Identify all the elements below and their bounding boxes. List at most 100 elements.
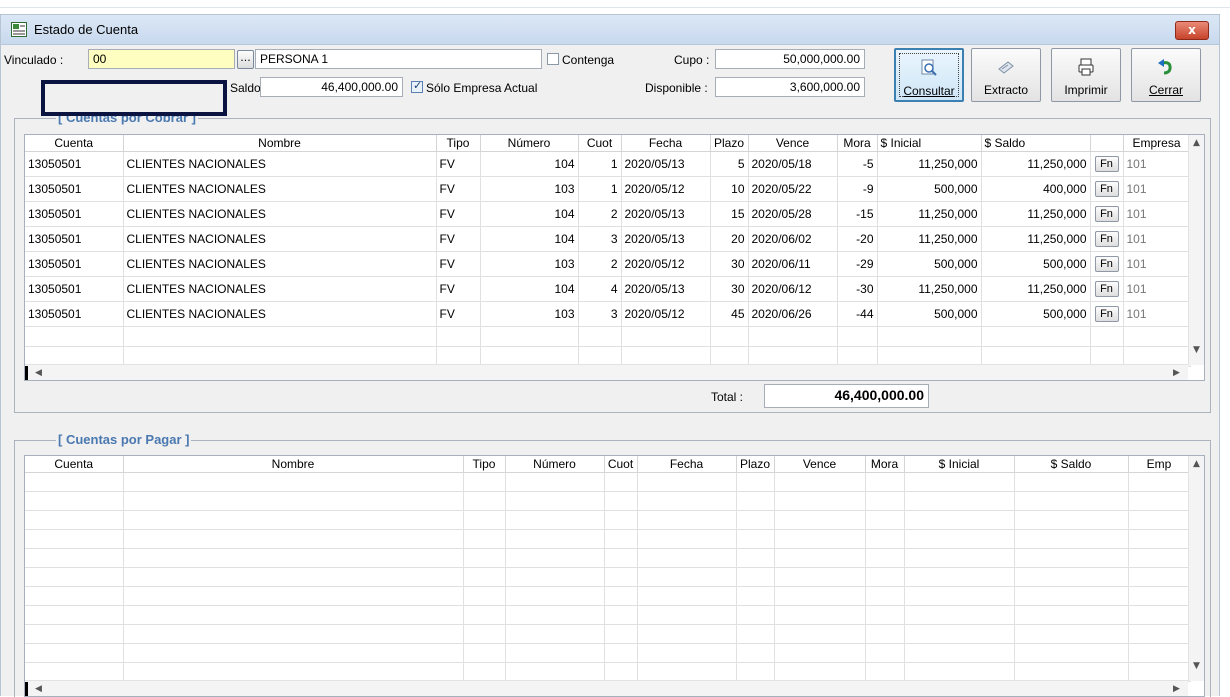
fn-button[interactable]: Fn [1094,206,1119,222]
persona-name-field[interactable]: PERSONA 1 [255,49,542,69]
col-plazo[interactable]: Plazo [710,135,749,152]
col-numero[interactable]: Número [480,135,579,152]
empty-cell [123,510,464,530]
cell-vence: 2020/06/26 [748,301,838,327]
empty-cell [736,472,775,492]
pagar-col-emp[interactable]: Emp [1128,456,1191,473]
cuentas-por-pagar-title: [ Cuentas por Pagar ] [56,432,192,447]
table-row[interactable] [25,605,1191,625]
scroll-down-icon[interactable]: ▼ [1193,345,1200,355]
cobrar-grid[interactable]: Cuenta Nombre Tipo Número Cuot Fecha Pla… [24,134,1205,381]
fn-button[interactable]: Fn [1094,156,1119,172]
cobrar-horizontal-scrollbar[interactable]: ◀ ▶ [25,364,1188,380]
col-vence[interactable]: Vence [748,135,838,152]
solo-empresa-checkbox[interactable] [411,79,423,93]
contenga-checkbox[interactable] [547,53,559,65]
consultar-button[interactable]: Consultar [894,48,964,102]
col-cuot[interactable]: Cuot [578,135,622,152]
pagar-col-tipo[interactable]: Tipo [463,456,506,473]
table-row[interactable] [25,529,1191,549]
pagar-vertical-scrollbar[interactable]: ▲ ▼ [1188,456,1204,681]
empty-cell [123,662,464,682]
table-row[interactable]: 13050501 CLIENTES NACIONALES FV 104 2 2020/05… [25,201,1191,227]
pagar-col-fecha[interactable]: Fecha [637,456,737,473]
vinculado-input[interactable]: 00 [88,49,235,69]
col-fecha[interactable]: Fecha [621,135,711,152]
vinculado-lookup-button[interactable]: ... [237,50,254,69]
scroll-up-icon[interactable]: ▲ [1193,459,1200,469]
fn-button[interactable]: Fn [1094,231,1119,247]
table-row[interactable]: 13050501 CLIENTES NACIONALES FV 103 2 2020/05… [25,251,1191,277]
col-tipo[interactable]: Tipo [436,135,481,152]
cobrar-vertical-scrollbar[interactable]: ▲ ▼ [1188,135,1204,365]
scroll-right-icon[interactable]: ▶ [1173,368,1180,378]
pagar-col-mora[interactable]: Mora [865,456,905,473]
table-row[interactable] [25,472,1191,492]
extracto-button[interactable]: Extracto [971,48,1041,102]
empty-cell [904,624,1015,644]
disponible-field: 3,600,000.00 [715,77,865,97]
cell-nombre: CLIENTES NACIONALES [123,176,437,202]
scroll-left-icon[interactable]: ◀ [35,684,42,694]
cell-plazo [710,326,749,347]
empty-cell [25,472,124,492]
table-row[interactable] [25,624,1191,644]
table-row[interactable] [25,326,1191,347]
scroll-down-icon[interactable]: ▼ [1193,661,1200,671]
pagar-col-cuot[interactable]: Cuot [604,456,638,473]
cell-tipo: FV [436,276,481,302]
pagar-col-vence[interactable]: Vence [774,456,866,473]
table-row[interactable]: 13050501 CLIENTES NACIONALES FV 104 4 2020/05… [25,276,1191,302]
table-row[interactable]: 13050501 CLIENTES NACIONALES FV 104 1 2020/05… [25,151,1191,177]
pagar-col-numero[interactable]: Número [505,456,605,473]
fn-button[interactable]: Fn [1094,181,1119,197]
table-row[interactable] [25,586,1191,606]
table-row[interactable] [25,491,1191,511]
pagar-col-plazo[interactable]: Plazo [736,456,775,473]
table-row[interactable] [25,548,1191,568]
pagar-grid[interactable]: Cuenta Nombre Tipo Número Cuot Fecha Pla… [24,455,1205,697]
cell-nombre: CLIENTES NACIONALES [123,301,437,327]
col-mora[interactable]: Mora [837,135,878,152]
col-cuenta[interactable]: Cuenta [25,135,124,152]
pagar-col-nombre[interactable]: Nombre [123,456,464,473]
table-row[interactable] [25,510,1191,530]
col-inicial[interactable]: $ Inicial [877,135,982,152]
pagar-col-saldo[interactable]: $ Saldo [1014,456,1129,473]
imprimir-button[interactable]: Imprimir [1051,48,1121,102]
fn-button[interactable]: Fn [1094,306,1119,322]
empty-cell [637,548,737,568]
col-nombre[interactable]: Nombre [123,135,437,152]
cell-cuot: 2 [578,201,622,227]
empty-cell [1014,643,1129,663]
cell-tipo: FV [436,226,481,252]
col-empresa[interactable]: Empresa [1123,135,1191,152]
pagar-col-cuenta[interactable]: Cuenta [25,456,124,473]
scroll-up-icon[interactable]: ▲ [1193,138,1200,148]
cell-fn: Fn [1090,201,1124,227]
cell-cuenta: 13050501 [25,176,124,202]
empty-cell [637,662,737,682]
pagar-col-inicial[interactable]: $ Inicial [904,456,1015,473]
col-saldo[interactable]: $ Saldo [981,135,1091,152]
cell-empresa [1123,326,1191,347]
cell-vence: 2020/05/18 [748,151,838,177]
scroll-right-icon[interactable]: ▶ [1173,684,1180,694]
cell-numero: 103 [480,301,579,327]
cerrar-button[interactable]: Cerrar [1131,48,1201,102]
table-row[interactable]: 13050501 CLIENTES NACIONALES FV 104 3 2020/05… [25,226,1191,252]
empty-cell [637,643,737,663]
scroll-left-icon[interactable]: ◀ [35,368,42,378]
table-row[interactable] [25,567,1191,587]
empty-cell [637,491,737,511]
empty-cell [1128,472,1191,492]
empty-cell [463,624,506,644]
close-button[interactable]: x [1175,21,1209,40]
fn-button[interactable]: Fn [1094,281,1119,297]
fn-button[interactable]: Fn [1094,256,1119,272]
pagar-horizontal-scrollbar[interactable]: ◀ ▶ [25,680,1188,696]
table-row[interactable]: 13050501 CLIENTES NACIONALES FV 103 1 2020/05… [25,176,1191,202]
table-row[interactable] [25,662,1191,682]
table-row[interactable] [25,643,1191,663]
table-row[interactable]: 13050501 CLIENTES NACIONALES FV 103 3 2020/05… [25,301,1191,327]
